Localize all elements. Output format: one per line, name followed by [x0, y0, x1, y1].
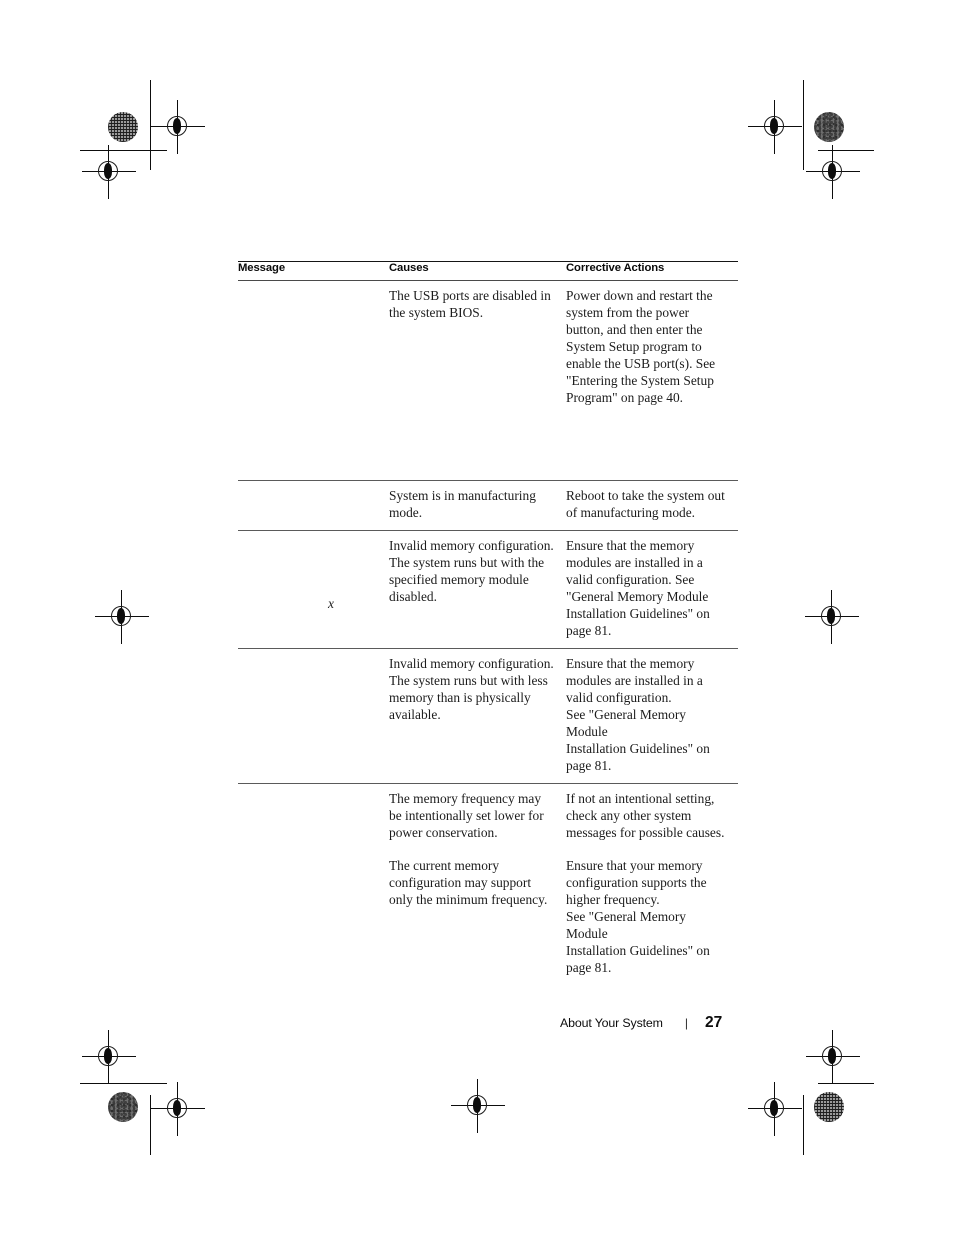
crop-rule-bottom-right-vertical [803, 1095, 805, 1155]
halftone-density-patch-top-left [108, 112, 138, 142]
cell-message: x [238, 531, 389, 649]
page-footer: About Your System | 27 [560, 1014, 722, 1032]
cell-corrective: Reboot to take the system out of manufac… [566, 481, 738, 531]
footer-separator: | [684, 1016, 688, 1030]
cell-causes: The USB ports are disabled in the system… [389, 281, 566, 481]
cell-corrective: Ensure that the memory modules are insta… [566, 531, 738, 649]
corrective-paragraph: Ensure that the memory modules are insta… [566, 656, 710, 773]
cell-message [238, 784, 389, 986]
corrective-paragraph: Ensure that the memory modules are insta… [566, 538, 710, 638]
cell-corrective: Ensure that the memory modules are insta… [566, 649, 738, 784]
registration-target-middle-right [805, 590, 859, 644]
corrective-paragraph: Reboot to take the system out of manufac… [566, 488, 725, 520]
cause-paragraph: The USB ports are disabled in the system… [389, 288, 551, 320]
registration-target-top-right-upper [748, 100, 802, 154]
cell-causes: System is in manufacturing mode. [389, 481, 566, 531]
registration-target-bottom-right-lower [748, 1082, 802, 1136]
table-row: Invalid memory configuration. The system… [238, 649, 738, 784]
crop-rule-bottom-right-horizontal [818, 1083, 874, 1085]
registration-target-bottom-left-lower [151, 1082, 205, 1136]
table-header-row: Message Causes Corrective Actions [238, 261, 738, 281]
table-row: The USB ports are disabled in the system… [238, 281, 738, 481]
cause-paragraph: Invalid memory configuration. The system… [389, 538, 554, 604]
cell-message [238, 281, 389, 481]
halftone-density-patch-bottom-left [108, 1092, 138, 1122]
cause-paragraph: Invalid memory configuration. The system… [389, 656, 554, 722]
cell-causes: The memory frequency may be intentionall… [389, 784, 566, 986]
corrective-paragraph: If not an intentional setting, check any… [566, 791, 725, 840]
registration-target-middle-left [95, 590, 149, 644]
registration-target-bottom-center [451, 1079, 505, 1133]
system-messages-table: Message Causes Corrective Actions The US… [238, 261, 738, 985]
table-header: Message Causes Corrective Actions [238, 261, 738, 281]
column-header-corrective: Corrective Actions [566, 262, 665, 274]
column-header-causes: Causes [389, 262, 429, 274]
cell-causes: Invalid memory configuration. The system… [389, 649, 566, 784]
column-header-message: Message [238, 262, 286, 274]
cell-message [238, 481, 389, 531]
document-page: Message Causes Corrective Actions The US… [0, 0, 954, 1235]
table-row: x Invalid memory configuration. The syst… [238, 531, 738, 649]
table-row: The memory frequency may be intentionall… [238, 784, 738, 986]
registration-target-bottom-left-upper [82, 1030, 136, 1084]
cell-causes: Invalid memory configuration. The system… [389, 531, 566, 649]
registration-target-bottom-right-upper [806, 1030, 860, 1084]
message-variable-x: x [328, 596, 334, 611]
cause-paragraph: The memory frequency may be intentionall… [389, 791, 544, 840]
cause-paragraph: The current memory configuration may sup… [389, 858, 548, 907]
table-body: The USB ports are disabled in the system… [238, 281, 738, 986]
halftone-density-patch-top-right [814, 112, 844, 142]
registration-target-top-right-lower [806, 145, 860, 199]
registration-target-top-left-upper [151, 100, 205, 154]
footer-chapter-label: About Your System [560, 1016, 663, 1030]
corrective-paragraph: Power down and restart the system from t… [566, 288, 716, 405]
corrective-paragraph: Ensure that your memory configuration su… [566, 858, 710, 975]
cause-paragraph: System is in manufacturing mode. [389, 488, 536, 520]
cell-corrective: If not an intentional setting, check any… [566, 784, 738, 986]
table-row: System is in manufacturing mode. Reboot … [238, 481, 738, 531]
page-number: 27 [704, 1014, 723, 1031]
cell-message [238, 649, 389, 784]
crop-rule-top-right-vertical [803, 80, 805, 170]
halftone-density-patch-bottom-right [814, 1092, 844, 1122]
registration-target-top-left-lower [82, 145, 136, 199]
cell-corrective: Power down and restart the system from t… [566, 281, 738, 481]
